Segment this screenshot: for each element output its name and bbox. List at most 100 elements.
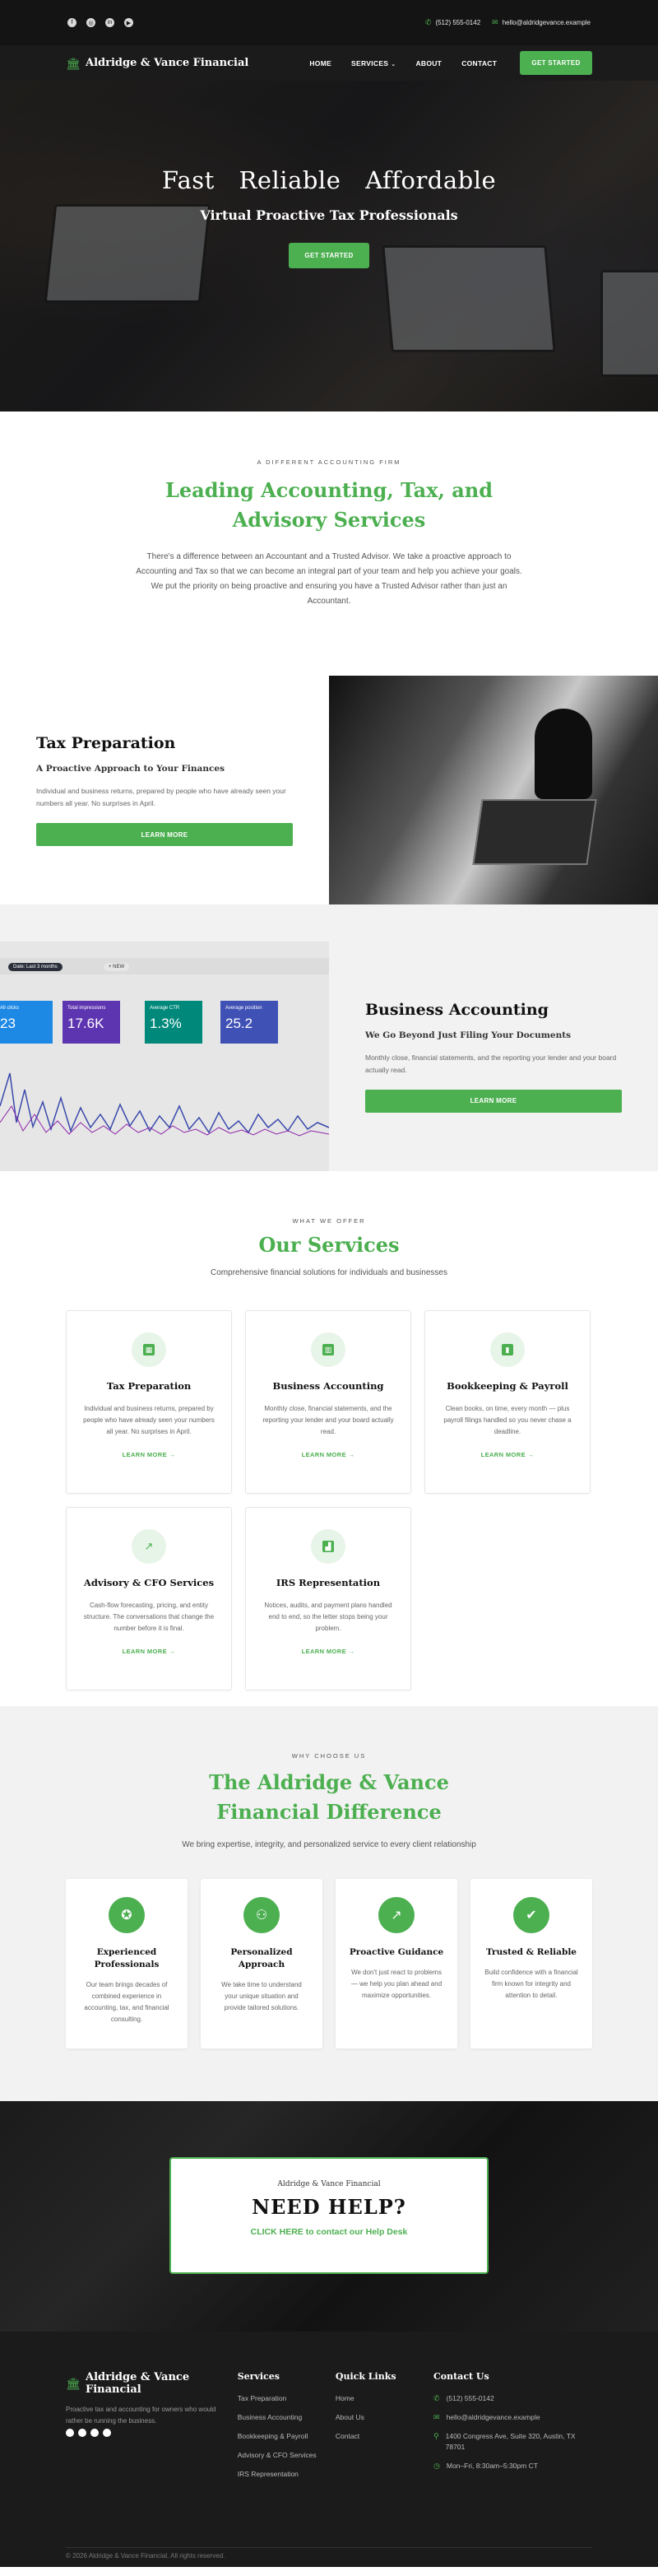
learn-more-link[interactable]: LEARN MORE → bbox=[425, 1451, 590, 1458]
dashboard-tile: All clicks 23 bbox=[0, 1001, 53, 1044]
top-bar: f ◎ in ▶ ✆ (512) 555-0142 ✉ hello@aldridge… bbox=[0, 0, 658, 45]
footer-contact-phone[interactable]: ✆ (512) 555-0142 bbox=[433, 2393, 592, 2404]
learn-more-link[interactable]: LEARN MORE → bbox=[246, 1451, 410, 1458]
brand-name: Aldridge & Vance Financial bbox=[86, 57, 249, 69]
footer-service-link[interactable]: Business Accounting bbox=[238, 2412, 336, 2423]
top-email[interactable]: ✉ hello@aldridgevance.example bbox=[492, 18, 591, 27]
dashboard-date-pill: Date: Last 3 months bbox=[8, 963, 63, 971]
mail-icon: ✉ bbox=[433, 2413, 440, 2421]
difference-grid: ✪ Experienced Professionals Our team bri… bbox=[66, 1879, 592, 2048]
shield-check-icon: ✔ bbox=[513, 1897, 549, 1933]
footer-links-title: Quick Links bbox=[335, 2371, 396, 2382]
difference-card: ✪ Experienced Professionals Our team bri… bbox=[66, 1879, 188, 2048]
footer-services-column: Services Tax Preparation Business Accoun… bbox=[238, 2371, 336, 2488]
help-small-title: Aldridge & Vance Financial bbox=[277, 2180, 381, 2188]
services-grid: ▦ Tax Preparation Individual and busines… bbox=[66, 1310, 592, 1690]
difference-title: The Aldridge & Vance Financial Differenc… bbox=[209, 1770, 449, 1824]
service-card: ▥ Business Accounting Monthly close, fin… bbox=[245, 1310, 411, 1494]
footer-brand-name: Aldridge & Vance Financial bbox=[86, 2371, 190, 2396]
person-silhouette bbox=[535, 709, 592, 799]
facebook-icon[interactable]: f bbox=[67, 18, 76, 27]
service-card-body: Individual and business returns, prepare… bbox=[83, 1405, 215, 1435]
footer-quick-link[interactable]: Contact bbox=[336, 2431, 433, 2442]
linkedin-icon[interactable] bbox=[90, 2429, 99, 2437]
footer-brand-column: 🏛 Aldridge & Vance Financial Proactive t… bbox=[66, 2371, 238, 2488]
help-desk-link[interactable]: CLICK HERE to contact our Help Desk bbox=[171, 2227, 487, 2237]
tax-feature-row: Tax Preparation A Proactive Approach to … bbox=[0, 676, 658, 904]
footer-service-link[interactable]: Tax Preparation bbox=[238, 2393, 336, 2404]
trend-up-icon: ↗ bbox=[144, 1540, 154, 1552]
footer-divider bbox=[66, 2547, 592, 2548]
facebook-icon[interactable] bbox=[66, 2429, 74, 2437]
get-started-button[interactable]: GET STARTED bbox=[520, 51, 592, 75]
youtube-icon[interactable] bbox=[103, 2429, 111, 2437]
footer-links-column: Quick Links Home About Us Contact bbox=[336, 2371, 433, 2488]
service-card-body: Clean books, on time, every month — plus… bbox=[443, 1405, 572, 1435]
tax-feature-image bbox=[329, 676, 658, 904]
icon-circle: ▟ bbox=[311, 1529, 345, 1564]
calculator-icon: ▦ bbox=[143, 1344, 155, 1355]
icon-circle: ▮ bbox=[490, 1332, 525, 1367]
top-phone[interactable]: ✆ (512) 555-0142 bbox=[425, 18, 480, 27]
learn-more-link[interactable]: LEARN MORE → bbox=[246, 1648, 410, 1655]
difference-card-body: We take time to understand your unique s… bbox=[221, 1981, 302, 2011]
accounting-feature-text: Business Accounting We Go Beyond Just Fi… bbox=[329, 942, 658, 1171]
accounting-feature-title: Business Accounting bbox=[365, 1000, 549, 1019]
people-icon: ⚇ bbox=[243, 1897, 280, 1933]
difference-card-title: Trusted & Reliable bbox=[486, 1947, 577, 1957]
medal-icon: ✪ bbox=[109, 1897, 145, 1933]
instagram-icon[interactable]: ◎ bbox=[86, 18, 95, 27]
services-title: Our Services bbox=[258, 1233, 400, 1257]
book-icon: ▮ bbox=[502, 1344, 513, 1355]
difference-card-title: Experienced Professionals bbox=[94, 1947, 160, 1969]
hero-subtitle: Virtual Proactive Tax Professionals bbox=[200, 207, 458, 223]
footer-copyright: © 2026 Aldridge & Vance Financial. All r… bbox=[66, 2552, 225, 2560]
nav-menu: HOME SERVICES ⌄ ABOUT CONTACT bbox=[309, 59, 497, 67]
footer-brand[interactable]: 🏛 Aldridge & Vance Financial bbox=[66, 2371, 238, 2396]
footer-social-links bbox=[66, 2429, 238, 2437]
accounting-learn-more-button[interactable]: LEARN MORE bbox=[365, 1089, 622, 1113]
footer-service-link[interactable]: Bookkeeping & Payroll bbox=[238, 2431, 336, 2442]
dashboard-tile: Average position 25.2 bbox=[220, 1001, 278, 1044]
service-card-body: Notices, audits, and payment plans handl… bbox=[264, 1602, 392, 1632]
brand-logo[interactable]: 🏛 Aldridge & Vance Financial bbox=[66, 57, 248, 69]
nav-item-home[interactable]: HOME bbox=[309, 59, 331, 67]
instagram-icon[interactable] bbox=[78, 2429, 86, 2437]
footer-quick-link[interactable]: About Us bbox=[336, 2412, 433, 2423]
social-links: f ◎ in ▶ bbox=[67, 18, 133, 27]
footer-contact-address: ⚲ 1400 Congress Ave, Suite 320, Austin, T… bbox=[433, 2432, 576, 2451]
nav-item-services[interactable]: SERVICES ⌄ bbox=[351, 59, 396, 67]
footer-service-link[interactable]: Advisory & CFO Services bbox=[238, 2450, 336, 2461]
difference-eyebrow: WHY CHOOSE US bbox=[291, 1752, 367, 1760]
learn-more-link[interactable]: LEARN MORE → bbox=[67, 1648, 231, 1655]
learn-more-link[interactable]: LEARN MORE → bbox=[67, 1451, 231, 1458]
accounting-feature-subtitle: We Go Beyond Just Filing Your Documents bbox=[365, 1030, 571, 1040]
nav-item-contact[interactable]: CONTACT bbox=[461, 59, 497, 67]
linkedin-icon[interactable]: in bbox=[105, 18, 114, 27]
hero-get-started-button[interactable]: GET STARTED bbox=[289, 243, 369, 268]
tax-learn-more-button[interactable]: LEARN MORE bbox=[36, 823, 293, 846]
footer-quick-link[interactable]: Home bbox=[336, 2393, 433, 2404]
tax-feature-body: Individual and business returns, prepare… bbox=[36, 787, 286, 807]
difference-card-title: Personalized Approach bbox=[230, 1947, 293, 1969]
difference-card: ↗ Proactive Guidance We don't just react… bbox=[336, 1879, 457, 2048]
difference-card-title: Proactive Guidance bbox=[349, 1947, 444, 1957]
dashboard-tile: Average CTR 1.3% bbox=[145, 1001, 202, 1044]
footer-contact-email[interactable]: ✉ hello@aldridgevance.example bbox=[433, 2412, 592, 2423]
chart-series-line bbox=[0, 1072, 329, 1134]
service-card-body: Cash-flow forecasting, pricing, and enti… bbox=[83, 1602, 215, 1632]
dashboard-line-chart bbox=[0, 1072, 329, 1137]
youtube-icon[interactable]: ▶ bbox=[124, 18, 133, 27]
help-box: Aldridge & Vance Financial NEED HELP? CL… bbox=[169, 2157, 489, 2274]
footer: 🏛 Aldridge & Vance Financial Proactive t… bbox=[0, 2332, 658, 2567]
intro-section: A DIFFERENT ACCOUNTING FIRM Leading Acco… bbox=[0, 412, 658, 676]
footer-service-link[interactable]: IRS Representation bbox=[238, 2469, 336, 2480]
icon-circle: ▥ bbox=[311, 1332, 345, 1367]
dashboard-tile: Total impressions 17.6K bbox=[63, 1001, 120, 1044]
help-section: Aldridge & Vance Financial NEED HELP? CL… bbox=[0, 2101, 658, 2332]
hero-section: Fast Reliable Affordable Virtual Proacti… bbox=[0, 81, 658, 412]
intro-title: Leading Accounting, Tax, and Advisory Se… bbox=[165, 478, 493, 532]
service-card-body: Monthly close, financial statements, and… bbox=[262, 1405, 394, 1435]
nav-item-about[interactable]: ABOUT bbox=[415, 59, 442, 67]
service-card: ▮ Bookkeeping & Payroll Clean books, on … bbox=[424, 1310, 591, 1494]
